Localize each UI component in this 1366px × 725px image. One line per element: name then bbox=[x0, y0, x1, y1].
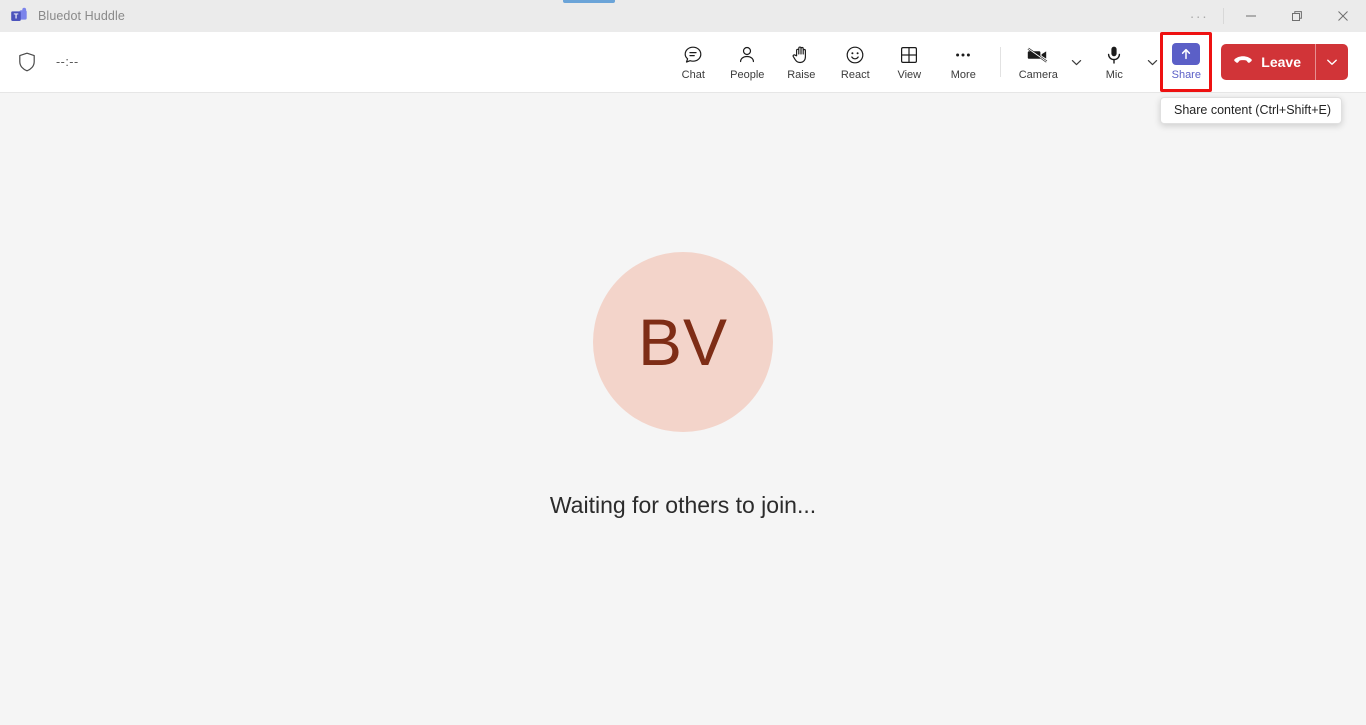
waiting-status-text: Waiting for others to join... bbox=[549, 492, 817, 518]
toolbar-item-camera[interactable]: Camera bbox=[1011, 37, 1065, 87]
toolbar-item-chat-label: Chat bbox=[681, 68, 705, 81]
toolbar-item-more-label: More bbox=[950, 68, 976, 81]
toolbar-item-people-label: People bbox=[730, 68, 765, 81]
toolbar-item-chat[interactable]: Chat bbox=[666, 37, 720, 87]
more-ellipsis-icon bbox=[952, 44, 974, 66]
window-title-bar: T Bluedot Huddle ··· bbox=[0, 0, 1366, 32]
toolbar-item-raise-label: Raise bbox=[787, 68, 816, 81]
toolbar-item-raise[interactable]: Raise bbox=[774, 37, 828, 87]
shield-icon[interactable] bbox=[18, 52, 36, 72]
leave-button-group: Leave bbox=[1221, 44, 1348, 80]
toolbar-right-group: Chat People Raise React View More Camera… bbox=[666, 32, 1348, 92]
camera-off-icon bbox=[1026, 44, 1050, 66]
hangup-phone-icon bbox=[1233, 53, 1253, 72]
mic-options-chevron-down-icon[interactable] bbox=[1141, 37, 1163, 87]
grid-view-icon bbox=[898, 44, 920, 66]
avatar-initials: BV bbox=[637, 305, 728, 379]
toolbar-divider bbox=[1000, 47, 1002, 77]
leave-button-label: Leave bbox=[1261, 54, 1301, 70]
share-button-label: Share bbox=[1171, 69, 1201, 81]
people-icon bbox=[736, 44, 758, 66]
microsoft-teams-logo-icon: T bbox=[10, 7, 28, 25]
leave-options-chevron-down-icon[interactable] bbox=[1316, 44, 1348, 80]
toolbar-item-react[interactable]: React bbox=[828, 37, 882, 87]
window-more-options-icon[interactable]: ··· bbox=[1179, 0, 1219, 32]
microphone-icon bbox=[1103, 44, 1125, 66]
toolbar-item-view-label: View bbox=[897, 68, 922, 81]
stage-content: BV Waiting for others to join... bbox=[550, 252, 816, 519]
toolbar-item-camera-label: Camera bbox=[1018, 68, 1058, 81]
toolbar-item-view[interactable]: View bbox=[882, 37, 936, 87]
restore-button[interactable] bbox=[1274, 0, 1320, 32]
avatar: BV bbox=[592, 252, 773, 432]
raise-hand-icon bbox=[790, 44, 812, 66]
meeting-stage: BV Waiting for others to join... bbox=[0, 93, 1366, 724]
window-drag-handle[interactable] bbox=[563, 0, 615, 3]
app-title: Bluedot Huddle bbox=[38, 9, 125, 23]
meeting-timer: --:-- bbox=[56, 55, 79, 69]
toolbar-item-mic[interactable]: Mic bbox=[1087, 37, 1141, 87]
share-content-tooltip: Share content (Ctrl+Shift+E) bbox=[1160, 97, 1343, 124]
window-controls: ··· bbox=[1179, 0, 1366, 32]
share-button[interactable]: Share bbox=[1169, 43, 1203, 81]
chat-bubble-icon bbox=[682, 44, 704, 66]
toolbar-item-mic-label: Mic bbox=[1105, 68, 1123, 81]
toolbar-left-group: --:-- bbox=[0, 52, 79, 72]
svg-text:T: T bbox=[14, 12, 19, 21]
window-controls-divider bbox=[1223, 8, 1224, 24]
close-button[interactable] bbox=[1320, 0, 1366, 32]
camera-options-chevron-down-icon[interactable] bbox=[1065, 37, 1087, 87]
smiley-react-icon bbox=[844, 44, 866, 66]
leave-button[interactable]: Leave bbox=[1221, 44, 1315, 80]
share-upload-icon bbox=[1172, 43, 1201, 65]
toolbar-item-people[interactable]: People bbox=[720, 37, 774, 87]
toolbar-item-more[interactable]: More bbox=[936, 37, 990, 87]
toolbar-item-react-label: React bbox=[840, 68, 870, 81]
share-button-wrapper: Share bbox=[1160, 32, 1213, 92]
minimize-button[interactable] bbox=[1228, 0, 1274, 32]
meeting-toolbar: --:-- Chat People Raise React View More … bbox=[0, 32, 1366, 93]
